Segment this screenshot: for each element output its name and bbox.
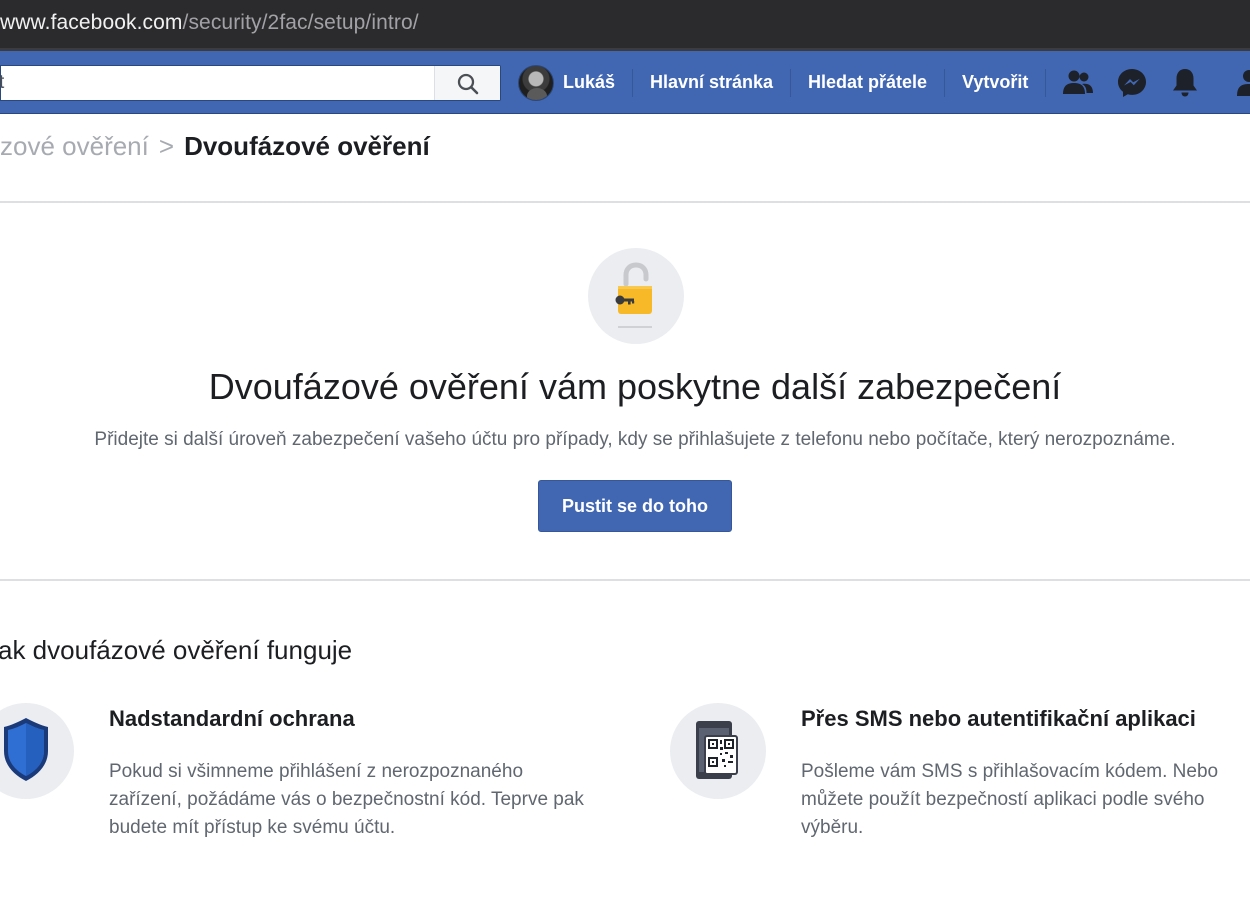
padlock-key-icon	[615, 262, 652, 328]
nav-divider	[632, 69, 633, 97]
feature-description-line: zařízení, požádáme vás o bezpečnostní kó…	[109, 789, 584, 810]
search-box: t	[0, 65, 501, 101]
breadcrumb-parent[interactable]: zové ověření	[0, 131, 149, 161]
nav-divider	[790, 69, 791, 97]
friends-icon[interactable]	[1061, 66, 1095, 100]
feature-description-line: výběru.	[801, 817, 864, 838]
feature-description-line: můžete použít bezpečností aplikaci podle…	[801, 789, 1205, 810]
breadcrumb-separator: >	[158, 131, 175, 161]
feature-description-line: budete mít přístup ke svému účtu.	[109, 817, 396, 838]
url-host: www.facebook.com	[0, 11, 183, 34]
search-icon	[457, 73, 479, 95]
breadcrumb: zové ověření > Dvoufázové ověření	[0, 131, 430, 162]
url-path: /security/2fac/setup/intro/	[182, 11, 419, 34]
phone-qr-icon	[696, 721, 738, 779]
browser-address-bar: www.facebook.com/security/2fac/setup/int…	[0, 0, 1250, 51]
shield-icon	[4, 718, 48, 781]
nav-home[interactable]: Hlavní stránka	[650, 51, 773, 114]
page-title: Dvoufázové ověření	[184, 131, 430, 161]
how-it-works-heading: ak dvoufázové ověření funguje	[0, 635, 353, 665]
feature-title: Přes SMS nebo autentifikační aplikaci	[801, 706, 1196, 731]
address-url[interactable]: www.facebook.com/security/2fac/setup/int…	[0, 11, 419, 35]
search-button[interactable]	[434, 66, 500, 100]
feature-description: Pošleme vám SMS s přihlašovacím kódem. N…	[801, 758, 1218, 842]
hero-title: Dvoufázové ověření vám poskytne další za…	[208, 366, 1062, 407]
profile-link[interactable]: Lukáš	[518, 51, 615, 114]
search-input[interactable]: t	[0, 72, 4, 94]
avatar	[518, 64, 554, 101]
profile-name: Lukáš	[563, 72, 616, 92]
hero-icon-circle	[588, 248, 684, 344]
nav-divider	[944, 69, 945, 97]
divider	[0, 579, 1250, 581]
nav-divider	[1045, 69, 1046, 97]
divider	[0, 201, 1250, 203]
feature-title: Nadstandardní ochrana	[109, 706, 355, 731]
help-icon[interactable]	[1232, 66, 1250, 100]
feature-icon-circle	[670, 703, 766, 799]
nav-create-label: Vytvořit	[962, 72, 1029, 92]
get-started-button[interactable]: Pustit se do toho	[538, 480, 732, 532]
nav-find-friends-label: Hledat přátele	[808, 72, 928, 92]
hero-subtitle: Přidejte si další úroveň zabezpečení vaš…	[94, 429, 1176, 450]
nav-home-label: Hlavní stránka	[650, 72, 774, 92]
feature-description: Pokud si všimneme přihlášení z nerozpozn…	[109, 758, 584, 842]
messenger-icon[interactable]	[1115, 66, 1149, 100]
notifications-icon[interactable]	[1168, 66, 1202, 100]
feature-icon-circle	[0, 703, 74, 799]
nav-find-friends[interactable]: Hledat přátele	[808, 51, 927, 114]
nav-create[interactable]: Vytvořit	[962, 51, 1028, 114]
feature-description-line: Pokud si všimneme přihlášení z nerozpozn…	[109, 761, 524, 782]
feature-description-line: Pošleme vám SMS s přihlašovacím kódem. N…	[801, 761, 1219, 782]
facebook-top-bar: t Lukáš Hlavní stránka Hledat přátele Vy…	[0, 51, 1250, 114]
